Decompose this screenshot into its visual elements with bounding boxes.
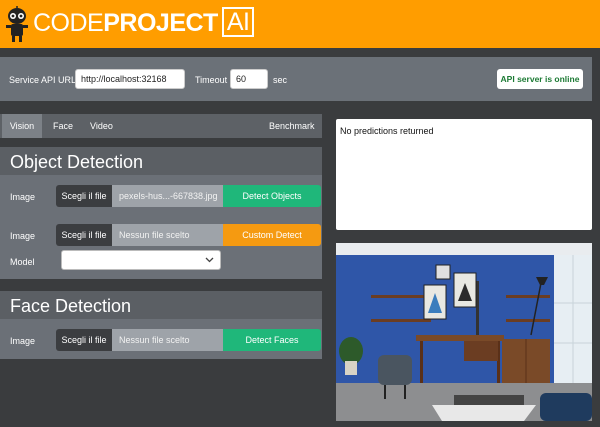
- chevron-down-icon: [205, 257, 214, 263]
- tab-bar: Vision Face Video Benchmark: [0, 114, 322, 138]
- object-detection-title: Object Detection: [0, 147, 322, 175]
- choose-file-button[interactable]: Scegli il file: [56, 224, 112, 246]
- image-label: Image: [10, 192, 36, 202]
- robot-mascot-icon: [6, 6, 28, 42]
- choose-file-button[interactable]: Scegli il file: [56, 329, 112, 351]
- brand-project: PROJECT: [103, 9, 218, 37]
- api-url-input[interactable]: [75, 69, 185, 89]
- selected-file-name: Nessun file scelto: [112, 329, 223, 351]
- image-label: Image: [10, 231, 36, 241]
- detect-objects-button[interactable]: Detect Objects: [223, 185, 321, 207]
- face-image-picker: Scegli il file Nessun file scelto Detect…: [56, 329, 322, 351]
- tab-benchmark[interactable]: Benchmark: [269, 114, 315, 138]
- image-label: Image: [10, 336, 36, 346]
- service-settings-bar: Service API URL Timeout sec API server i…: [0, 57, 592, 101]
- timeout-unit: sec: [273, 75, 288, 85]
- custom-image-picker: Scegli il file Nessun file scelto Custom…: [56, 224, 322, 246]
- predictions-text: No predictions returned: [340, 126, 434, 136]
- timeout-input[interactable]: [230, 69, 268, 89]
- tab-face[interactable]: Face: [53, 114, 73, 138]
- selected-file-name: Nessun file scelto: [112, 224, 223, 246]
- api-url-label: Service API URL: [9, 75, 77, 85]
- selected-file-name: pexels-hus...-667838.jpg: [112, 185, 223, 207]
- app-header: CODEPROJECT AI: [0, 0, 600, 48]
- tab-vision[interactable]: Vision: [2, 114, 42, 138]
- custom-detect-button[interactable]: Custom Detect: [223, 224, 321, 246]
- tab-video[interactable]: Video: [90, 114, 113, 138]
- server-status-badge: API server is online: [497, 69, 583, 89]
- model-label: Model: [10, 257, 35, 267]
- predictions-output: No predictions returned: [336, 119, 592, 230]
- image-preview: [336, 243, 592, 421]
- face-detection-title: Face Detection: [0, 291, 322, 319]
- timeout-label: Timeout: [195, 75, 228, 85]
- brand-ai: AI: [221, 7, 255, 37]
- brand-code: CODE: [33, 9, 104, 37]
- object-image-picker: Scegli il file pexels-hus...-667838.jpg …: [56, 185, 322, 207]
- choose-file-button[interactable]: Scegli il file: [56, 185, 112, 207]
- model-select[interactable]: [61, 250, 221, 270]
- office-photo: [336, 243, 592, 421]
- brand-logo: CODEPROJECT AI: [33, 7, 255, 38]
- detect-faces-button[interactable]: Detect Faces: [223, 329, 321, 351]
